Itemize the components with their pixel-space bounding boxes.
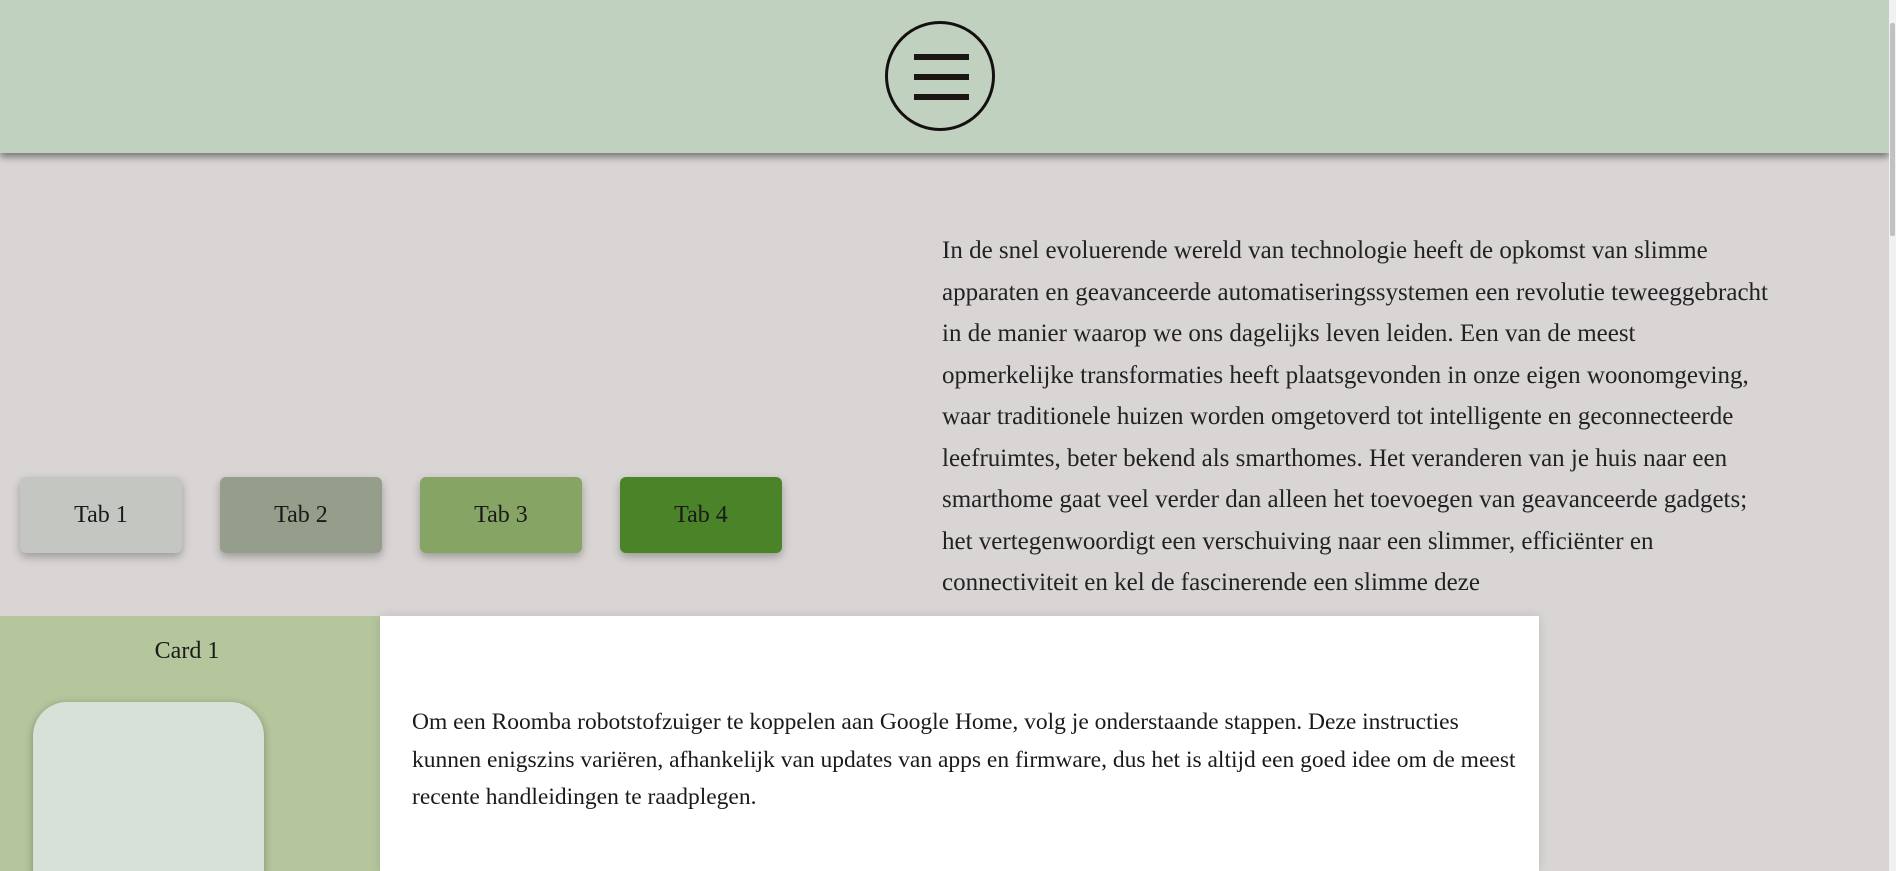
- hamburger-menu-icon-bar: [914, 74, 969, 80]
- page: In de snel evoluerende wereld van techno…: [0, 0, 1896, 871]
- card-panel: Card 1: [0, 616, 380, 871]
- top-header: [0, 0, 1889, 153]
- hamburger-menu-icon: [914, 54, 969, 60]
- article-text: In de snel evoluerende wereld van techno…: [942, 237, 1768, 596]
- card-title: Card 1: [154, 638, 220, 664]
- hamburger-menu-icon-bar: [914, 94, 969, 100]
- scrollbar-thumb[interactable]: [1890, 23, 1895, 236]
- info-modal: Om een Roomba robotstofzuiger te koppele…: [380, 616, 1539, 871]
- hamburger-menu-button[interactable]: [885, 21, 995, 131]
- tab-4[interactable]: Tab 4: [620, 477, 782, 553]
- card-image-placeholder[interactable]: [33, 702, 264, 871]
- tab-3[interactable]: Tab 3: [420, 477, 582, 553]
- modal-text: Om een Roomba robotstofzuiger te koppele…: [412, 709, 1516, 810]
- tab-1[interactable]: Tab 1: [20, 477, 182, 553]
- page-scrollbar[interactable]: [1889, 0, 1896, 871]
- tab-2[interactable]: Tab 2: [220, 477, 382, 553]
